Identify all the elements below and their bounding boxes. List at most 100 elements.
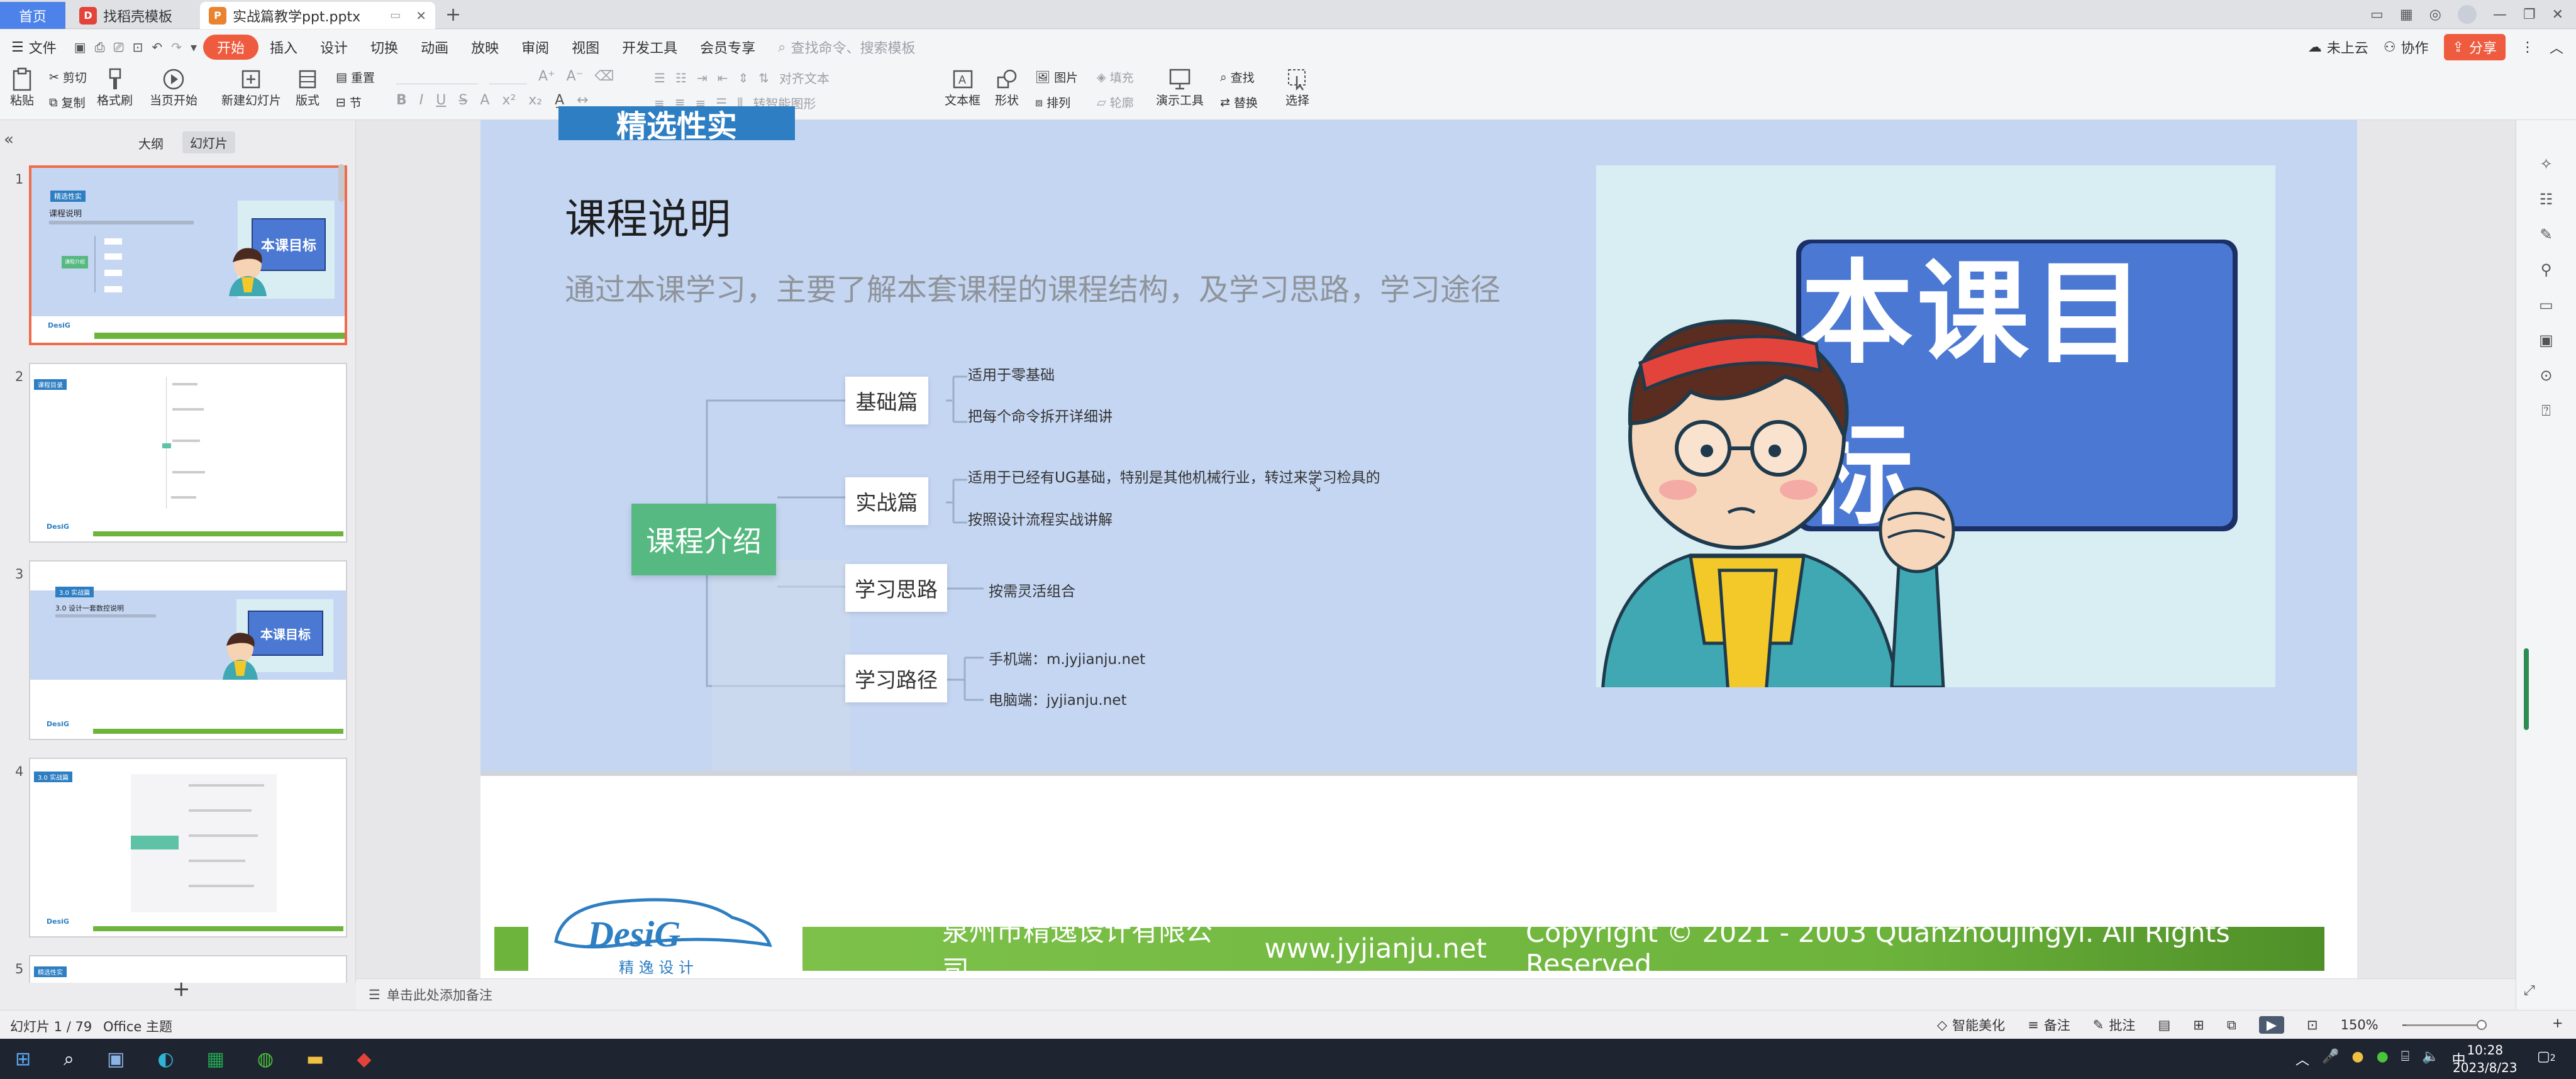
menu-review[interactable]: 审阅: [510, 35, 560, 60]
clear-format-icon[interactable]: ⌫: [594, 69, 614, 84]
menu-design[interactable]: 设计: [309, 35, 359, 60]
present-tools-button[interactable]: 演示工具: [1156, 67, 1204, 108]
restore-icon[interactable]: ❐: [2523, 7, 2536, 23]
collapse-ribbon-icon[interactable]: ︿: [2550, 37, 2563, 57]
play-from-current-button[interactable]: 当页开始: [150, 67, 197, 108]
tab-outline[interactable]: 大纲: [138, 134, 164, 152]
zoom-slider-handle[interactable]: [2477, 1020, 2487, 1030]
superscript-icon[interactable]: x²: [502, 92, 516, 108]
style-icon[interactable]: ✎: [2540, 226, 2552, 243]
numbering-icon[interactable]: ☷: [675, 70, 687, 86]
tray-app-icon[interactable]: ●: [2351, 1049, 2363, 1069]
outdent-icon[interactable]: ⇤: [718, 70, 728, 86]
skin-icon[interactable]: ◎: [2429, 7, 2441, 23]
wps-app-icon[interactable]: ◆: [357, 1048, 371, 1070]
subscript-icon[interactable]: x₂: [528, 92, 542, 108]
align-text-button[interactable]: 对齐文本: [779, 69, 830, 87]
slide-thumbnail-2[interactable]: 课程目录 DesiG: [29, 363, 347, 543]
sorter-view-icon[interactable]: ⊞: [2193, 1017, 2204, 1032]
customize-icon[interactable]: ▾: [191, 40, 197, 55]
paste-button[interactable]: 粘贴: [10, 67, 34, 108]
tab-template[interactable]: D 找稻壳模板: [70, 2, 196, 29]
menu-slideshow[interactable]: 放映: [460, 35, 510, 60]
wechat-tray-icon[interactable]: ●: [2377, 1049, 2389, 1069]
store-app-icon[interactable]: ▣: [107, 1048, 125, 1070]
tab-close-icon[interactable]: ✕: [416, 8, 426, 23]
notification-center-icon[interactable]: ▢2: [2537, 1049, 2556, 1065]
slide-thumbnail-1[interactable]: 精选性实 课程说明 课程介绍 本课目标 DesiG: [29, 165, 347, 345]
layout-button[interactable]: 版式: [296, 67, 319, 108]
shadow-icon[interactable]: A: [480, 92, 489, 108]
underline-icon[interactable]: U: [436, 92, 446, 108]
notes-pane[interactable]: ☰ 单击此处添加备注: [356, 978, 2516, 1010]
format-painter-button[interactable]: 格式刷: [97, 67, 133, 108]
expand-icon[interactable]: ⤢: [2524, 983, 2535, 999]
slideshow-play-button[interactable]: ▶: [2258, 1016, 2284, 1034]
fit-window-icon[interactable]: ⊡: [2307, 1017, 2318, 1032]
current-slide[interactable]: 精选性实 课程说明 通过本课学习，主要了解本套课程的课程结构，及学习思路，学习途…: [480, 106, 2357, 987]
tab-slides[interactable]: 幻灯片: [182, 131, 235, 153]
pin-icon[interactable]: ⚲: [2541, 261, 2552, 279]
add-slide-button[interactable]: +: [172, 977, 191, 1002]
arrange-button[interactable]: ⧈ 排列: [1035, 94, 1070, 111]
close-window-icon[interactable]: ✕: [2552, 7, 2563, 23]
branch-item[interactable]: 按需灵活组合: [989, 579, 1075, 600]
location-icon[interactable]: ⊙: [2540, 367, 2552, 384]
bullets-icon[interactable]: ☰: [654, 70, 665, 86]
select-button[interactable]: 选择: [1285, 67, 1309, 108]
text-direction-icon[interactable]: ⇅: [758, 70, 769, 86]
tab-document[interactable]: P 实战篇教学ppt.pptx ▭ ✕: [200, 2, 435, 29]
collapse-panel-icon[interactable]: «: [4, 130, 14, 149]
slide-thumbnail-4[interactable]: 3.0 实战篇 DesiG: [29, 758, 347, 938]
fill-button[interactable]: ◈ 填充: [1097, 69, 1134, 86]
menu-member[interactable]: 会员专享: [689, 35, 767, 60]
copy-button[interactable]: ⧉ 复制: [49, 94, 86, 111]
print-icon[interactable]: ⎚: [114, 40, 124, 55]
font-size-dropdown[interactable]: [489, 69, 527, 84]
smart-beautify-button[interactable]: ◇ 智能美化: [1937, 1015, 2005, 1034]
minimize-icon[interactable]: —: [2493, 7, 2507, 23]
branch-node[interactable]: 基础篇: [845, 377, 928, 424]
tray-expand-icon[interactable]: ︿: [2296, 1049, 2309, 1069]
branch-node[interactable]: 实战篇: [845, 477, 928, 525]
comment-pane-icon[interactable]: ▭: [2539, 296, 2553, 314]
branch-item[interactable]: 手机端：m.jyjianju.net: [989, 647, 1145, 668]
properties-icon[interactable]: ☷: [2540, 191, 2553, 208]
new-tab-button[interactable]: +: [445, 4, 461, 26]
reading-view-icon[interactable]: ⧉: [2227, 1017, 2236, 1033]
italic-icon[interactable]: I: [419, 92, 424, 108]
layout-icon[interactable]: ▭: [2370, 7, 2384, 23]
find-button[interactable]: ⌕ 查找: [1220, 69, 1255, 86]
photo-icon[interactable]: ▣: [2539, 331, 2553, 349]
comments-button[interactable]: ✎ 批注: [2093, 1015, 2136, 1034]
new-slide-button[interactable]: 新建幻灯片: [221, 67, 281, 108]
mic-icon[interactable]: 🎤: [2322, 1049, 2339, 1069]
line-spacing-icon[interactable]: ⇕: [738, 70, 748, 86]
menu-view[interactable]: 视图: [560, 35, 611, 60]
notes-toggle-button[interactable]: ≡ 备注: [2028, 1015, 2070, 1034]
grid-icon[interactable]: ▦: [2400, 7, 2413, 23]
textbox-button[interactable]: A 文本框: [945, 67, 980, 108]
spreadsheet-app-icon[interactable]: ▦: [207, 1048, 225, 1070]
edge-browser-icon[interactable]: ◐: [157, 1048, 174, 1070]
strikethrough-icon[interactable]: S̶: [458, 92, 467, 108]
cloud-status[interactable]: ☁ 未上云: [2308, 37, 2368, 57]
branch-item[interactable]: 电脑端：jyjianju.net: [989, 688, 1126, 709]
volume-icon[interactable]: 🔈: [2422, 1049, 2439, 1069]
section-button[interactable]: ⊟ 节: [336, 94, 362, 111]
slide-thumbnail-3[interactable]: 3.0 实战篇 3.0 设计一套数控说明 本课目标 DesiG: [29, 560, 347, 740]
branch-item[interactable]: 按照设计流程实战讲解: [968, 507, 1113, 529]
share-button[interactable]: ⇪ 分享: [2443, 34, 2506, 60]
export-pdf-icon[interactable]: ⎙: [95, 40, 105, 55]
more-icon[interactable]: ⋮: [2521, 40, 2534, 55]
search-taskbar-icon[interactable]: ⌕: [64, 1048, 74, 1070]
wechat-icon[interactable]: ◍: [257, 1048, 274, 1070]
preview-icon[interactable]: ⊡: [133, 40, 143, 55]
tab-float-icon[interactable]: ▭: [390, 9, 401, 22]
branch-item[interactable]: 适用于零基础: [968, 363, 1055, 384]
branch-node[interactable]: 学习思路: [845, 564, 947, 612]
animation-pane-icon[interactable]: ✧: [2540, 155, 2552, 173]
avatar[interactable]: [2457, 5, 2477, 24]
replace-button[interactable]: ⇄ 替换: [1220, 94, 1258, 111]
zoom-in-icon[interactable]: +: [2552, 1015, 2563, 1031]
